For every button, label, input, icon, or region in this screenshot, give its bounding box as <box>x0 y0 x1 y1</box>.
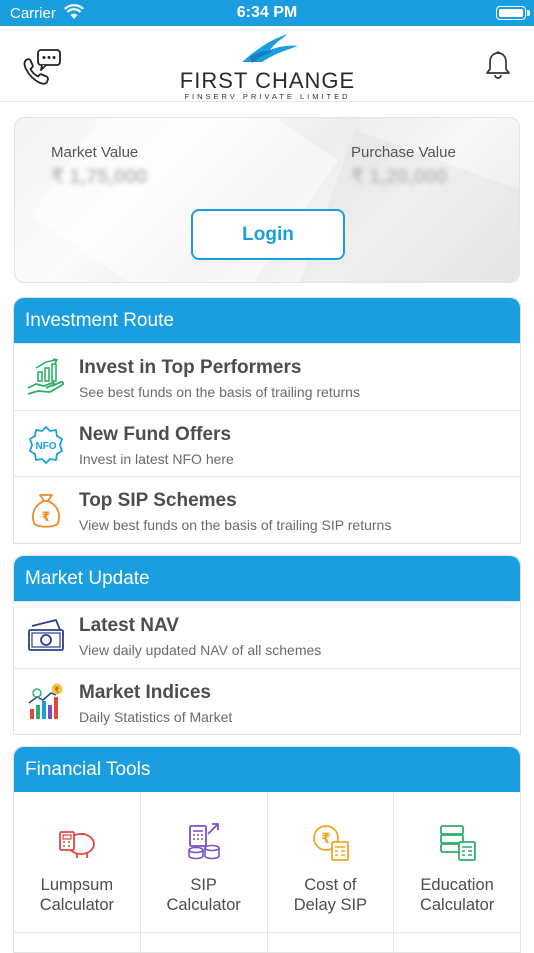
app-header: FIRST CHANGE FINSERV PRIVATE LIMITED <box>0 26 534 102</box>
coins-calculator-icon <box>187 823 220 860</box>
svg-text:₹: ₹ <box>54 685 60 694</box>
nfo-badge-icon: NFO <box>29 425 63 464</box>
purchase-value: ₹ 1,20,000 <box>351 166 448 188</box>
market-value-label: Market Value <box>51 144 139 161</box>
battery-icon <box>496 6 530 20</box>
svg-text:₹: ₹ <box>322 831 332 847</box>
tool-label: SIP Calculator <box>166 876 241 914</box>
market-value: ₹ 1,75,000 <box>51 166 148 188</box>
tool-education-calculator[interactable]: Education Calculator <box>394 792 520 932</box>
logo-wordmark: FIRST CHANGE <box>179 68 356 93</box>
tool-lumpsum-calculator[interactable]: Lumpsum Calculator <box>14 792 141 932</box>
banknote-icon <box>28 619 64 651</box>
money-growth-icon <box>27 358 64 395</box>
list-item-market-indices[interactable]: ₹ Market Indices Daily Statistics of Mar… <box>14 667 520 735</box>
item-title: Invest in Top Performers <box>79 357 302 378</box>
tools-grid-next-row <box>14 932 520 952</box>
list-item-new-fund-offers[interactable]: NFO New Fund Offers Invest in latest NFO… <box>14 409 520 477</box>
purchase-value-label: Purchase Value <box>351 144 456 161</box>
market-update-section: Market Update Latest NAV View daily upda… <box>13 555 521 735</box>
education-calculator-icon <box>440 825 477 861</box>
svg-text:₹: ₹ <box>41 510 50 525</box>
financial-tools-section: Financial Tools Lumpsum Calculator SIP C… <box>13 746 521 953</box>
market-chart-icon: ₹ <box>28 683 63 719</box>
item-title: Latest NAV <box>79 615 179 636</box>
item-description: See best funds on the basis of trailing … <box>79 384 360 400</box>
item-title: New Fund Offers <box>79 423 232 445</box>
rupee-calculator-icon: ₹ <box>313 825 350 861</box>
status-bar: Carrier 6:34 PM <box>0 0 534 26</box>
item-description: View daily updated NAV of all schemes <box>79 642 322 658</box>
tools-grid: Lumpsum Calculator SIP Calculator ₹ Cost… <box>14 792 520 932</box>
section-title: Market Update <box>14 556 520 601</box>
tool-label: Lumpsum Calculator <box>39 876 115 914</box>
bird-logo-icon <box>242 34 298 63</box>
brand-logo: FIRST CHANGE FINSERV PRIVATE LIMITED <box>170 30 365 101</box>
bell-icon[interactable] <box>484 50 512 80</box>
item-description: Invest in latest NFO here <box>79 450 234 467</box>
list-item-top-sip-schemes[interactable]: ₹ Top SIP Schemes View best funds on the… <box>14 476 520 543</box>
item-description: Daily Statistics of Market <box>79 708 233 725</box>
investment-route-section: Investment Route Invest in Top Performer… <box>13 297 521 544</box>
tool-cost-of-delay-sip[interactable]: ₹ Cost of Delay SIP <box>268 792 395 932</box>
grid-cell <box>268 933 395 952</box>
tool-label: Cost of Delay SIP <box>293 876 368 914</box>
tool-sip-calculator[interactable]: SIP Calculator <box>141 792 268 932</box>
grid-cell <box>14 933 141 952</box>
section-title: Financial Tools <box>14 747 520 792</box>
svg-text:NFO: NFO <box>35 441 56 452</box>
tool-label: Education Calculator <box>419 876 495 914</box>
list-item-top-performers[interactable]: Invest in Top Performers See best funds … <box>14 343 520 410</box>
item-title: Market Indices <box>79 681 211 703</box>
item-description: View best funds on the basis of trailing… <box>79 517 392 533</box>
section-title: Investment Route <box>14 298 520 343</box>
logo-subtitle: FINSERV PRIVATE LIMITED <box>184 92 351 101</box>
login-button[interactable]: Login <box>191 209 345 260</box>
piggy-calculator-icon <box>58 831 95 858</box>
rupee-bag-icon: ₹ <box>31 494 61 528</box>
list-item-latest-nav[interactable]: Latest NAV View daily updated NAV of all… <box>14 601 520 668</box>
grid-cell <box>141 933 268 952</box>
portfolio-card: Market Value ₹ 1,75,000 Purchase Value ₹… <box>14 117 520 283</box>
item-title: Top SIP Schemes <box>79 490 237 511</box>
grid-cell <box>394 933 520 952</box>
clock: 6:34 PM <box>236 4 298 21</box>
call-chat-icon[interactable] <box>20 46 62 86</box>
